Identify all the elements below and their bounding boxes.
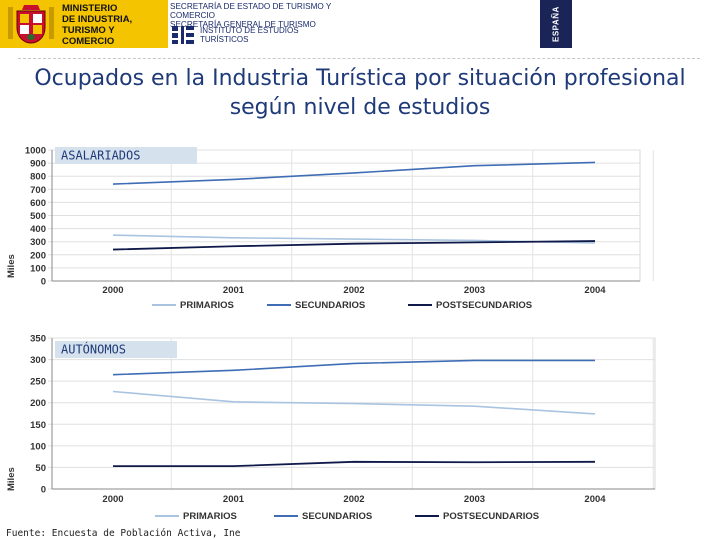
source-note: Fuente: Encuesta de Población Activa, In… bbox=[6, 528, 241, 539]
asalariados-xtick-label: 2002 bbox=[343, 285, 364, 296]
autonomos-xtick-label: 2004 bbox=[584, 494, 606, 505]
instituto-name: INSTITUTO DE ESTUDIOS TURÍSTICOS bbox=[200, 26, 299, 44]
asalariados-legend-label: POSTSECUNDARIOS bbox=[436, 300, 532, 311]
ministry-logo-block: MINISTERIO DE INDUSTRIA, TURISMO Y COMER… bbox=[0, 0, 168, 48]
asalariados-ytick-label: 200 bbox=[30, 250, 46, 261]
asalariados-xtick-label: 2001 bbox=[223, 285, 245, 296]
autonomos-xtick-label: 2001 bbox=[223, 494, 245, 505]
espana-badge: ESPAÑA bbox=[540, 0, 572, 48]
chart-autonomos: 0 50 100 150 200 250 300 350 2000 2001 2002 2003 200… bbox=[0, 326, 720, 526]
autonomos-xtick-label: 2002 bbox=[343, 494, 364, 505]
autonomos-legend-label: SECUNDARIOS bbox=[302, 511, 372, 522]
asalariados-label: ASALARIADOS bbox=[61, 149, 140, 163]
autonomos-label: AUTÓNOMOS bbox=[61, 342, 126, 357]
asalariados-ytick-label: 1000 bbox=[25, 146, 46, 157]
secretaria-block: SECRETARÍA DE ESTADO DE TURISMO Y COMERC… bbox=[168, 0, 572, 48]
autonomos-ytick-label: 200 bbox=[30, 398, 46, 409]
asalariados-ytick-label: 500 bbox=[30, 211, 46, 222]
secretaria-name: SECRETARÍA DE ESTADO DE TURISMO Y COMERC… bbox=[170, 2, 332, 29]
chart-autonomos-svg: 0 50 100 150 200 250 300 350 2000 2001 2002 2003 200… bbox=[6, 334, 656, 522]
asalariados-xtick-label: 2003 bbox=[464, 285, 485, 296]
asalariados-ytick-label: 600 bbox=[30, 198, 46, 209]
asalariados-ytick-label: 0 bbox=[41, 277, 46, 288]
autonomos-ytick-label: 150 bbox=[30, 420, 46, 431]
autonomos-xtick-label: 2000 bbox=[102, 494, 123, 505]
autonomos-ytick-label: 100 bbox=[30, 441, 46, 452]
autonomos-ytick-label: 250 bbox=[30, 377, 46, 388]
asalariados-xtick-label: 2000 bbox=[102, 285, 123, 296]
autonomos-xtick-label: 2003 bbox=[464, 494, 485, 505]
page-title: Ocupados en la Industria Turística por s… bbox=[34, 66, 686, 120]
coat-of-arms-icon bbox=[8, 5, 54, 44]
autonomos-ytick-label: 0 bbox=[41, 485, 46, 496]
chart-asalariados: 0 100 200 300 400 500 600 700 800 900 1000 2000 2001… bbox=[0, 138, 720, 318]
autonomos-legend-label: PRIMARIOS bbox=[183, 511, 237, 522]
autonomos-ytick-label: 300 bbox=[30, 355, 46, 366]
asalariados-ytick-label: 400 bbox=[30, 224, 46, 235]
ministry-name: MINISTERIO DE INDUSTRIA, TURISMO Y COMER… bbox=[62, 3, 133, 47]
asalariados-ytick-label: 900 bbox=[30, 159, 46, 170]
autonomos-ytick-label: 350 bbox=[30, 334, 46, 345]
autonomos-y-axis-label: Miles bbox=[6, 467, 17, 491]
instituto-logo-icon bbox=[172, 26, 194, 44]
asalariados-legend-label: SECUNDARIOS bbox=[295, 300, 365, 311]
autonomos-ytick-label: 50 bbox=[35, 463, 46, 474]
chart-asalariados-svg: 0 100 200 300 400 500 600 700 800 900 1000 2000 2001… bbox=[6, 146, 654, 311]
asalariados-y-axis-label: Miles bbox=[6, 254, 17, 278]
asalariados-xtick-label: 2004 bbox=[584, 285, 606, 296]
asalariados-ytick-label: 700 bbox=[30, 185, 46, 196]
header-divider bbox=[18, 58, 700, 60]
header-banner: MINISTERIO DE INDUSTRIA, TURISMO Y COMER… bbox=[0, 0, 720, 50]
asalariados-ytick-label: 800 bbox=[30, 172, 46, 183]
asalariados-legend-label: PRIMARIOS bbox=[180, 300, 234, 311]
asalariados-ytick-label: 100 bbox=[30, 263, 46, 274]
autonomos-legend-label: POSTSECUNDARIOS bbox=[443, 511, 539, 522]
asalariados-ytick-label: 300 bbox=[30, 237, 46, 248]
